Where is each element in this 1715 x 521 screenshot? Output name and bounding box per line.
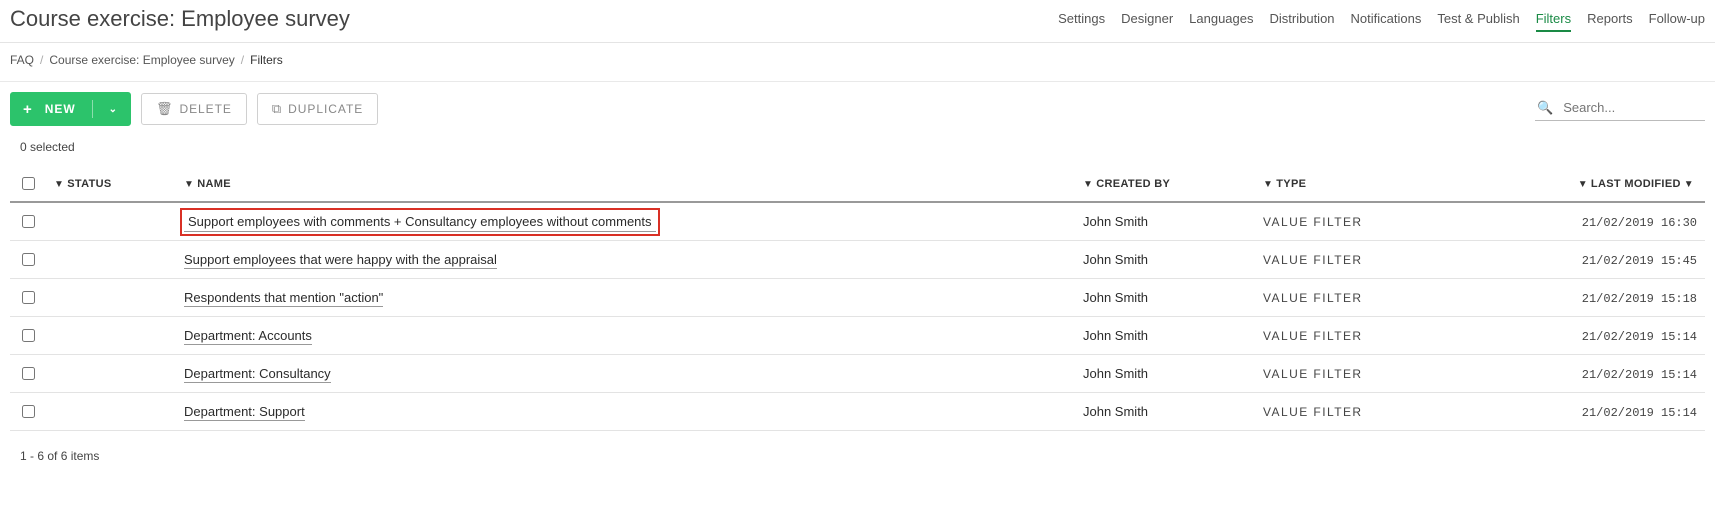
filter-name-link[interactable]: Support employees that were happy with t… — [184, 252, 497, 269]
new-button-label: NEW — [45, 102, 76, 116]
row-type: VALUE FILTER — [1263, 215, 1363, 229]
top-nav-item-filters[interactable]: Filters — [1536, 7, 1571, 32]
row-created-by: John Smith — [1075, 202, 1255, 241]
trash-icon: 🗑 — [156, 101, 173, 117]
row-last-modified: 21/02/2019 15:45 — [1582, 254, 1697, 268]
new-button[interactable]: + NEW ⌄ — [10, 92, 131, 126]
selection-count: 0 selected — [0, 132, 1715, 164]
row-created-by: John Smith — [1075, 317, 1255, 355]
duplicate-button[interactable]: ⧉ DUPLICATE — [257, 93, 378, 125]
filter-name-link[interactable]: Support employees with comments + Consul… — [184, 212, 656, 232]
row-last-modified: 21/02/2019 16:30 — [1582, 216, 1697, 230]
col-header-type[interactable]: ▼TYPE — [1255, 164, 1555, 202]
col-header-created-label: CREATED BY — [1096, 178, 1170, 190]
row-last-modified: 21/02/2019 15:14 — [1582, 406, 1697, 420]
duplicate-button-label: DUPLICATE — [288, 102, 363, 116]
row-status — [46, 241, 176, 279]
table-row: Support employees with comments + Consul… — [10, 202, 1705, 241]
row-checkbox[interactable] — [22, 329, 35, 342]
col-header-name-label: NAME — [197, 178, 231, 190]
col-header-status[interactable]: ▼STATUS — [46, 164, 176, 202]
plus-icon: + — [23, 101, 33, 118]
table-row: Department: Support John Smith VALUE FILTE… — [10, 393, 1705, 431]
table-footer-count: 1 - 6 of 6 items — [0, 431, 1715, 481]
top-nav: Settings Designer Languages Distribution Not… — [1058, 7, 1705, 32]
row-checkbox[interactable] — [22, 215, 35, 228]
filter-name-link[interactable]: Department: Consultancy — [184, 366, 331, 383]
separator — [92, 100, 93, 118]
row-created-by: John Smith — [1075, 393, 1255, 431]
row-last-modified: 21/02/2019 15:14 — [1582, 368, 1697, 382]
breadcrumb-item[interactable]: Course exercise: Employee survey — [49, 53, 234, 67]
row-created-by: John Smith — [1075, 279, 1255, 317]
row-status — [46, 317, 176, 355]
breadcrumb-item[interactable]: FAQ — [10, 53, 34, 67]
table-row: Department: Consultancy John Smith VALUE F… — [10, 355, 1705, 393]
row-created-by: John Smith — [1075, 355, 1255, 393]
sort-desc-icon: ▼ — [1684, 179, 1694, 190]
page-title: Course exercise: Employee survey — [10, 6, 350, 32]
chevron-down-icon[interactable]: ⌄ — [109, 104, 118, 115]
breadcrumb-separator: / — [241, 53, 244, 67]
row-type: VALUE FILTER — [1263, 329, 1363, 343]
top-nav-item-designer[interactable]: Designer — [1121, 7, 1173, 32]
filter-icon: ▼ — [1263, 179, 1273, 190]
top-nav-item-settings[interactable]: Settings — [1058, 7, 1105, 32]
filter-icon: ▼ — [1578, 179, 1588, 190]
breadcrumb: FAQ / Course exercise: Employee survey / Fil… — [0, 43, 1715, 82]
row-status — [46, 279, 176, 317]
row-type: VALUE FILTER — [1263, 253, 1363, 267]
top-nav-item-reports[interactable]: Reports — [1587, 7, 1633, 32]
delete-button-label: DELETE — [179, 102, 231, 116]
col-header-modified-label: LAST MODIFIED — [1591, 178, 1681, 190]
filter-name-link[interactable]: Respondents that mention "action" — [184, 290, 383, 307]
row-checkbox[interactable] — [22, 291, 35, 304]
row-checkbox[interactable] — [22, 367, 35, 380]
row-checkbox[interactable] — [22, 253, 35, 266]
row-status — [46, 202, 176, 241]
top-nav-item-notifications[interactable]: Notifications — [1351, 7, 1422, 32]
delete-button[interactable]: 🗑 DELETE — [141, 93, 247, 125]
row-last-modified: 21/02/2019 15:18 — [1582, 292, 1697, 306]
filter-name-link[interactable]: Department: Support — [184, 404, 305, 421]
row-type: VALUE FILTER — [1263, 367, 1363, 381]
col-header-type-label: TYPE — [1276, 178, 1306, 190]
col-header-name[interactable]: ▼NAME — [176, 164, 1075, 202]
filter-icon: ▼ — [184, 179, 194, 190]
row-status — [46, 355, 176, 393]
row-status — [46, 393, 176, 431]
top-nav-item-test-publish[interactable]: Test & Publish — [1437, 7, 1519, 32]
search-input[interactable] — [1561, 99, 1703, 116]
breadcrumb-separator: / — [40, 53, 43, 67]
table-row: Department: Accounts John Smith VALUE FILT… — [10, 317, 1705, 355]
row-created-by: John Smith — [1075, 241, 1255, 279]
filter-icon: ▼ — [1083, 179, 1093, 190]
col-header-last-modified[interactable]: ▼LAST MODIFIED▼ — [1555, 164, 1705, 202]
filter-icon: ▼ — [54, 179, 64, 190]
top-nav-item-languages[interactable]: Languages — [1189, 7, 1253, 32]
col-header-created-by[interactable]: ▼CREATED BY — [1075, 164, 1255, 202]
filters-table: ▼STATUS ▼NAME ▼CREATED BY ▼TYPE ▼LAST MO… — [10, 164, 1705, 431]
filter-name-link[interactable]: Department: Accounts — [184, 328, 312, 345]
copy-icon: ⧉ — [272, 101, 282, 117]
select-all-checkbox[interactable] — [22, 177, 35, 190]
row-last-modified: 21/02/2019 15:14 — [1582, 330, 1697, 344]
table-row: Respondents that mention "action" John Sm… — [10, 279, 1705, 317]
row-checkbox[interactable] — [22, 405, 35, 418]
row-type: VALUE FILTER — [1263, 291, 1363, 305]
search-icon: 🔍 — [1537, 100, 1553, 116]
row-type: VALUE FILTER — [1263, 405, 1363, 419]
top-nav-item-distribution[interactable]: Distribution — [1270, 7, 1335, 32]
breadcrumb-item: Filters — [250, 53, 283, 67]
col-header-status-label: STATUS — [67, 178, 111, 190]
top-nav-item-follow-up[interactable]: Follow-up — [1649, 7, 1705, 32]
search-container: 🔍 — [1535, 97, 1705, 121]
table-row: Support employees that were happy with t… — [10, 241, 1705, 279]
